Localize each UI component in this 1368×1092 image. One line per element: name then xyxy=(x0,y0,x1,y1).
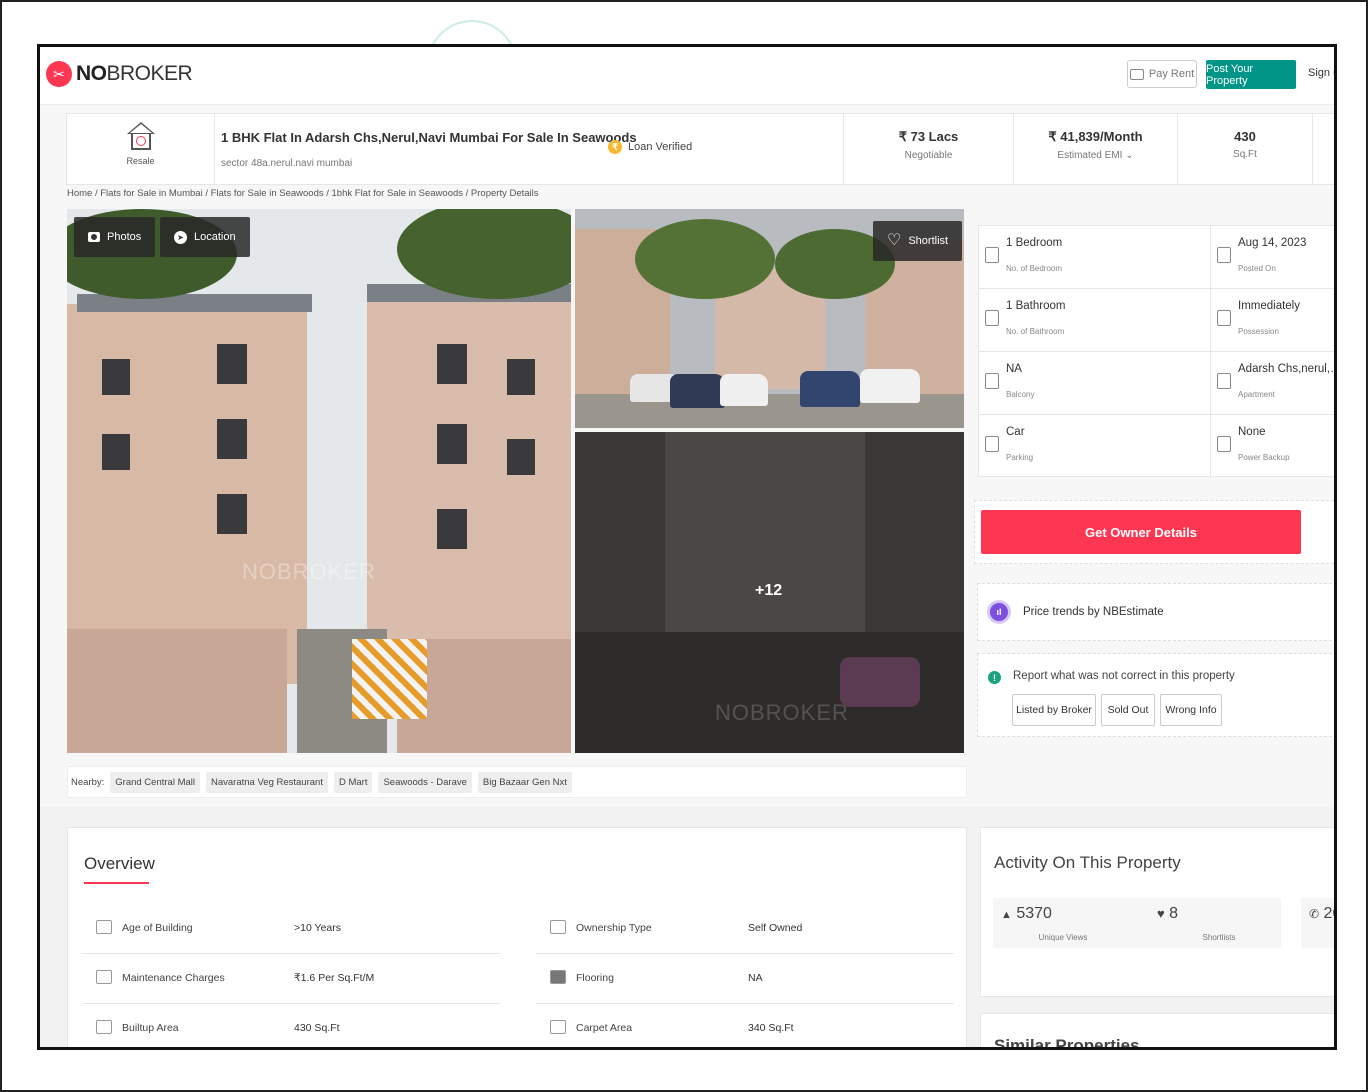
sign-up-link[interactable]: Sign up xyxy=(1308,67,1334,79)
flooring-icon xyxy=(550,970,566,984)
battery-icon xyxy=(1217,436,1231,452)
nearby-chip[interactable]: Seawoods - Darave xyxy=(378,771,472,793)
card-icon xyxy=(1129,68,1144,80)
top-navbar: ✂ NOBROKER Pay Rent Post Your Property S… xyxy=(40,47,1334,105)
photo-watermark-2: NOBROKER xyxy=(715,700,849,725)
overview-card: Overview Age of Building >10 Years Owners… xyxy=(67,827,967,1047)
bed-icon xyxy=(985,247,999,263)
overview-row-maintenance: Maintenance Charges ₹1.6 Per Sq.Ft/M xyxy=(82,954,501,1004)
property-title: 1 BHK Flat In Adarsh Chs,Nerul,Navi Mumb… xyxy=(221,130,637,145)
emi-value: ₹ 41,839/Month xyxy=(1048,129,1143,144)
price-value: ₹ 73 Lacs xyxy=(898,129,959,144)
emi-cell[interactable]: ₹ 41,839/Month Estimated EMI ⌄ xyxy=(1013,114,1177,184)
detail-balcony: NA Balcony xyxy=(979,352,1211,415)
overview-row-flooring: Flooring NA xyxy=(536,954,954,1004)
price-trends-link[interactable]: ıl Price trends by NBEstimate xyxy=(977,583,1334,641)
breadcrumb[interactable]: Home / Flats for Sale in Mumbai / Flats … xyxy=(67,188,539,199)
resale-house-icon xyxy=(126,122,155,152)
listed-by-broker-button[interactable]: Listed by Broker xyxy=(1012,694,1096,726)
detail-parking: Car Parking xyxy=(979,415,1211,478)
bathtub-icon xyxy=(985,310,999,326)
key-icon xyxy=(1217,310,1231,326)
similar-properties-card: Similar Properties xyxy=(980,1013,1334,1050)
nearby-chip[interactable]: Navaratna Veg Restaurant xyxy=(206,771,328,793)
nearby-places: Nearby: Grand Central Mall Navaratna Veg… xyxy=(67,766,967,798)
phone-icon: ✆ xyxy=(1309,907,1320,921)
owner-details-section: Get Owner Details xyxy=(974,500,1334,564)
location-button[interactable]: ➤ Location xyxy=(160,217,250,257)
activity-card: Activity On This Property ▲ 5370 Unique … xyxy=(980,827,1334,997)
heart-outline-icon: ♡ xyxy=(887,232,902,249)
detail-posted-on: Aug 14, 2023 Posted On xyxy=(1211,226,1334,289)
carpet-area-icon xyxy=(550,1020,566,1034)
emi-note-dropdown[interactable]: Estimated EMI ⌄ xyxy=(1014,150,1177,161)
pay-rent-button[interactable]: Pay Rent xyxy=(1127,60,1197,88)
overview-row-builtup: Builtup Area 430 Sq.Ft xyxy=(82,1004,501,1047)
property-address: sector 48a.nerul.navi mumbai xyxy=(221,158,353,169)
similar-properties-title: Similar Properties xyxy=(994,1036,1140,1050)
area-cell: 430 Sq.Ft xyxy=(1177,114,1313,184)
property-type: Resale xyxy=(67,114,215,184)
rupee-coin-icon: ₹ xyxy=(608,140,622,154)
area-unit: Sq.Ft xyxy=(1233,149,1257,160)
detail-power-backup: None Power Backup xyxy=(1211,415,1334,478)
photo-watermark: NOBROKER xyxy=(242,559,376,584)
location-pin-icon: ➤ xyxy=(174,230,187,244)
wrong-info-button[interactable]: Wrong Info xyxy=(1160,694,1222,726)
property-type-label: Resale xyxy=(126,156,155,166)
nearby-label: Nearby: xyxy=(71,776,105,788)
detail-bathroom: 1 Bathroom No. of Bathroom xyxy=(979,289,1211,352)
shortlist-button[interactable]: ♡ Shortlist xyxy=(873,221,963,261)
maintenance-icon xyxy=(96,970,112,984)
interior-photo-more[interactable]: +12 NOBROKER xyxy=(575,432,964,753)
property-info-bar: Resale 1 BHK Flat In Adarsh Chs,Nerul,Na… xyxy=(66,113,1334,185)
nobroker-logo[interactable]: ✂ NOBROKER xyxy=(46,61,193,87)
overview-row-carpet: Carpet Area 340 Sq.Ft xyxy=(536,1004,954,1047)
loan-verified-badge: ₹ Loan Verified xyxy=(608,140,692,154)
price-cell: ₹ 73 Lacs Negotiable xyxy=(843,114,1013,184)
price-trend-icon: ıl xyxy=(987,600,1011,624)
property-details-grid: 1 Bedroom No. of Bedroom Aug 14, 2023 Post… xyxy=(978,225,1334,478)
activity-title: Activity On This Property xyxy=(994,853,1181,872)
price-note: Negotiable xyxy=(904,150,953,161)
camera-icon xyxy=(88,232,100,242)
overview-row-ownership: Ownership Type Self Owned xyxy=(536,904,954,954)
nearby-chip[interactable]: Big Bazaar Gen Nxt xyxy=(477,771,572,793)
detail-apartment: Adarsh Chs,nerul,n... Apartment xyxy=(1211,352,1334,415)
alert-icon: ! xyxy=(988,671,1001,684)
building-icon xyxy=(1217,373,1231,389)
building-age-icon xyxy=(96,920,112,934)
overview-row-age: Age of Building >10 Years xyxy=(82,904,501,954)
post-your-property-button[interactable]: Post Your Property xyxy=(1206,60,1296,89)
balcony-icon xyxy=(985,373,999,389)
browser-viewport: ✂ NOBROKER Pay Rent Post Your Property S… xyxy=(37,44,1337,1050)
builtup-area-icon xyxy=(96,1020,112,1034)
stat-unique-views: ▲ 5370 Unique Views xyxy=(993,898,1149,948)
photos-button[interactable]: Photos xyxy=(74,217,156,257)
price-trends-label: Price trends by NBEstimate xyxy=(1023,606,1164,618)
car-icon xyxy=(985,436,999,452)
area-value: 430 xyxy=(1234,129,1256,144)
nearby-chip[interactable]: Grand Central Mall xyxy=(110,771,200,793)
nearby-chip[interactable]: D Mart xyxy=(333,771,373,793)
overview-title: Overview xyxy=(84,854,155,873)
person-icon: ▲ xyxy=(1001,909,1012,921)
logo-mark-icon: ✂ xyxy=(46,61,72,87)
screenshot-canvas: ✂ NOBROKER Pay Rent Post Your Property S… xyxy=(0,0,1368,1092)
sold-out-button[interactable]: Sold Out xyxy=(1101,694,1155,726)
stat-shortlists: ♥ 8 Shortlists xyxy=(1149,898,1281,948)
get-owner-details-button[interactable]: Get Owner Details xyxy=(981,510,1301,554)
detail-bedroom: 1 Bedroom No. of Bedroom xyxy=(979,226,1211,289)
logo-text: NOBROKER xyxy=(76,62,193,85)
report-title: Report what was not correct in this prop… xyxy=(1013,670,1235,682)
main-property-photo[interactable]: NOBROKER xyxy=(67,209,571,753)
ownership-icon xyxy=(550,920,566,934)
heart-icon: ♥ xyxy=(1157,906,1165,921)
overview-underline xyxy=(84,882,149,884)
more-photos-count: +12 xyxy=(755,582,783,599)
calendar-icon xyxy=(1217,247,1231,263)
detail-possession: Immediately Possession xyxy=(1211,289,1334,352)
stat-contacts: ✆ 26 xyxy=(1301,898,1334,948)
report-section: ! Report what was not correct in this pr… xyxy=(977,653,1334,737)
